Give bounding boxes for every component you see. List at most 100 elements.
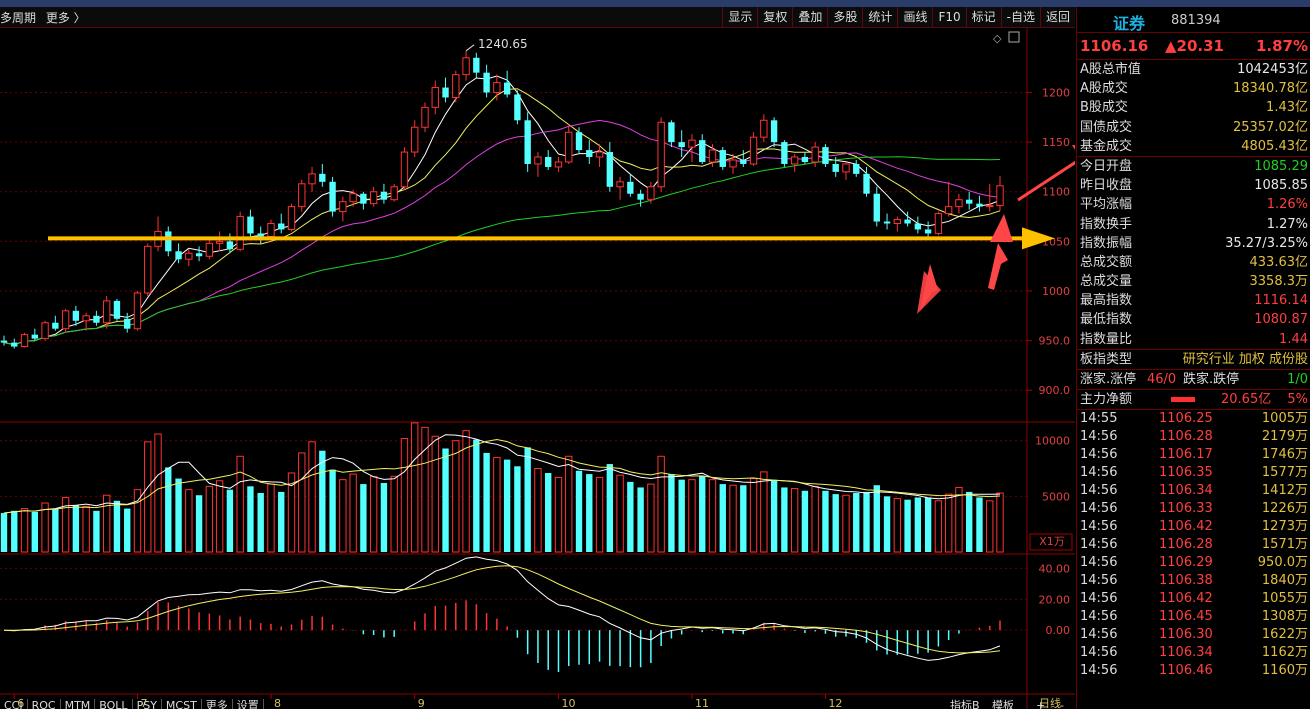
- tab-boll[interactable]: BOLL: [95, 699, 133, 709]
- tab-roc[interactable]: ROC: [28, 699, 61, 709]
- candle-body-up: [647, 186, 655, 201]
- tick-list[interactable]: 14:55 1106.25 1005万 14:56 1106.28 2179万 14:56 1…: [1077, 410, 1310, 680]
- toolbar-adjust-button[interactable]: 复权: [757, 7, 792, 27]
- candle-body-up: [400, 151, 409, 188]
- template-button[interactable]: 模板: [988, 699, 1018, 709]
- candle-body-up: [267, 223, 275, 237]
- volume-bar-up: [760, 471, 768, 553]
- index-stat-value: 1080.87: [1254, 312, 1308, 328]
- tab-more[interactable]: 更多: [202, 699, 233, 709]
- volume-bar-up: [657, 455, 665, 553]
- index-stat-value: 1.27%: [1266, 216, 1308, 232]
- index-stat-row: 指数量比 1.44: [1077, 330, 1310, 349]
- toolbar-display-button[interactable]: 显示: [722, 7, 757, 27]
- candle-body-down: [31, 334, 38, 339]
- index-stat-row: 最低指数 1080.87: [1077, 310, 1310, 329]
- toolbar-draw-button[interactable]: 画线: [897, 7, 932, 27]
- price-axis-label: 950.0: [1039, 335, 1071, 348]
- moving-average-lines: [3, 75, 1001, 346]
- candle-body-down: [637, 193, 644, 200]
- volume-bar-down: [72, 505, 80, 552]
- candle-body-up: [955, 199, 963, 208]
- tab-mcst[interactable]: MCST: [162, 699, 202, 709]
- tick-price: 1106.34: [1159, 483, 1213, 499]
- candle-body-down: [514, 94, 521, 121]
- candle-body-down: [483, 72, 490, 93]
- volume-bar-up: [565, 455, 573, 553]
- toolbar-overlay-button[interactable]: 叠加: [792, 7, 827, 27]
- tick-volume: 1226万: [1261, 501, 1308, 517]
- index-stat-label: 昨日收盘: [1080, 178, 1133, 194]
- candle-body-up: [236, 216, 244, 250]
- index-stat-value: 1.26%: [1266, 197, 1308, 213]
- market-stats: A股总市值 1042453亿 A股成交 18340.78亿 B股成交 1.43亿 国债成交 2…: [1077, 60, 1310, 156]
- title-bar: [0, 0, 1310, 7]
- market-stat-value: 1.43亿: [1266, 100, 1308, 116]
- volume-bar-down: [873, 485, 880, 552]
- candle-body-down: [832, 163, 839, 172]
- index-stat-label: 最高指数: [1080, 293, 1133, 309]
- tab-psy[interactable]: PSY: [133, 699, 162, 709]
- period-menu[interactable]: 多周期: [0, 11, 36, 25]
- volume-bar-up: [369, 475, 378, 553]
- kline-chart[interactable]: 12001150110010501000950.0900.0100005000X…: [0, 28, 1075, 709]
- market-stat-label: A股总市值: [1080, 62, 1141, 77]
- candle-body-up: [893, 219, 902, 225]
- tick-row: 14:56 1106.28 1571万: [1077, 536, 1310, 554]
- volume-bar-down: [976, 497, 983, 552]
- volume-bar-down: [31, 511, 38, 552]
- volume-bar-down: [165, 467, 172, 552]
- volume-bar-down: [770, 480, 778, 552]
- tick-time: 14:56: [1080, 429, 1118, 445]
- candle-body-down: [678, 142, 685, 148]
- zoom-out-button[interactable]: -: [1056, 699, 1068, 709]
- volume-bar-up: [708, 479, 717, 553]
- toolbar-watchlist-button[interactable]: -自选: [1000, 7, 1040, 27]
- index-stat-label: 平均涨幅: [1080, 197, 1133, 213]
- candle-body-up: [462, 57, 470, 76]
- volume-bar-up: [688, 479, 696, 553]
- candle-body-up: [20, 334, 29, 348]
- volume-bar-down: [278, 491, 285, 552]
- toolbar-multi-button[interactable]: 多股: [827, 7, 862, 27]
- candle-body-down: [257, 233, 264, 237]
- toolbar-back-button[interactable]: 返回: [1039, 7, 1075, 27]
- zoom-in-button[interactable]: +: [1032, 699, 1049, 709]
- tick-row: 14:56 1106.33 1226万: [1077, 500, 1310, 518]
- tab-cci[interactable]: CCI: [0, 699, 28, 709]
- market-stat-value: 25357.02亿: [1232, 119, 1308, 135]
- volume-bar-down: [575, 470, 583, 552]
- toolbar-f10-button[interactable]: F10: [932, 7, 965, 27]
- volume-bar-up: [595, 476, 604, 553]
- limit-up-value: 46/0: [1147, 372, 1177, 387]
- index-stat-label: 指数换手: [1080, 216, 1133, 232]
- volume-bar-down: [883, 496, 891, 552]
- tick-time: 14:56: [1080, 465, 1118, 481]
- volume-bar-up: [431, 435, 439, 553]
- candle-body-up: [215, 240, 224, 244]
- candle-body-down: [545, 157, 552, 167]
- volume-bar-down: [124, 508, 131, 552]
- ma60-line: [3, 156, 1001, 346]
- toolbar-mark-button[interactable]: 标记: [965, 7, 1001, 27]
- volume-bar-up: [893, 498, 902, 553]
- tab-mtm[interactable]: MTM: [61, 699, 96, 709]
- panel-header: 证券 881394: [1077, 7, 1310, 33]
- tab-settings[interactable]: 设置: [233, 699, 264, 709]
- limit-up-label: 涨家.涨停: [1080, 372, 1137, 387]
- toolbar-stats-button[interactable]: 统计: [862, 7, 897, 27]
- high-marker: [465, 44, 475, 52]
- tick-price: 1106.42: [1159, 519, 1213, 535]
- volume-bar-down: [524, 447, 531, 552]
- tick-time: 14:56: [1080, 627, 1118, 643]
- kline-chart-area[interactable]: 1200 1150 1100 1050 1000 950.0 900.0 10000 5000 X…: [0, 28, 1075, 709]
- tick-volume: 1840万: [1261, 573, 1308, 589]
- candle-body-up: [944, 206, 953, 215]
- candle-body-down: [873, 193, 880, 222]
- current-price: 1106.16: [1080, 37, 1149, 55]
- tick-time: 14:56: [1080, 555, 1118, 571]
- volume-unit-label: X1万: [1039, 535, 1065, 548]
- candle-body-up: [934, 213, 943, 234]
- more-menu[interactable]: 更多 〉: [46, 11, 86, 25]
- indicator-b-button[interactable]: 指标B: [946, 699, 984, 709]
